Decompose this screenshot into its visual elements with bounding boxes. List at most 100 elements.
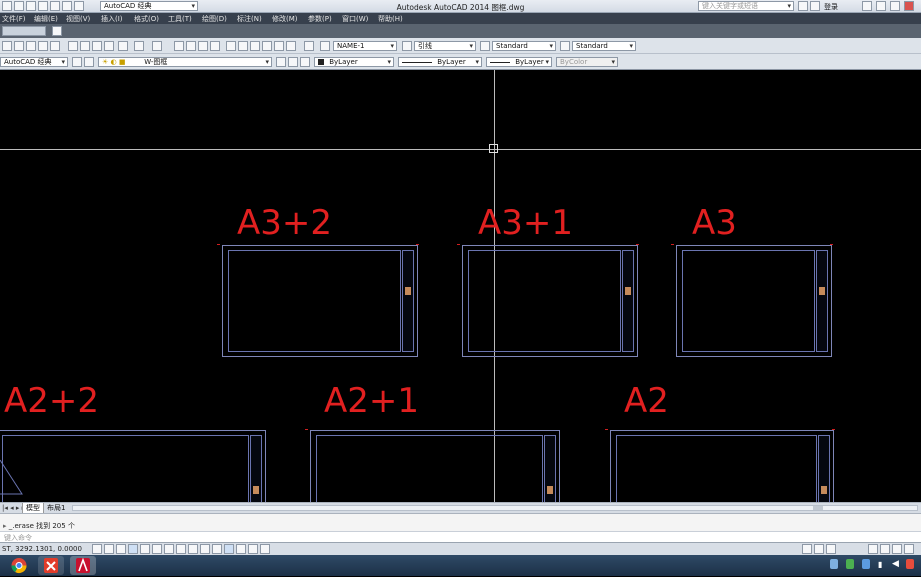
make-current-icon[interactable] [276,57,286,67]
tray-icon[interactable] [862,559,870,569]
zoom-previous-icon[interactable] [210,41,220,51]
help-icon[interactable] [862,1,872,11]
close-icon[interactable] [904,1,914,11]
menu-modify[interactable]: 修改(M) [272,14,298,24]
sheet-set-icon[interactable] [262,41,272,51]
mleader-style-select[interactable]: Standard [572,41,636,51]
volume-icon[interactable]: ◀ [892,559,899,569]
lineweight-select[interactable]: ByLayer [486,57,552,67]
color-select[interactable]: ByLayer [314,57,394,67]
zoom-window-icon[interactable] [198,41,208,51]
quickcalc-icon[interactable] [286,41,296,51]
search-icon[interactable] [798,1,808,11]
clean-screen-icon[interactable] [904,544,914,554]
tool-palettes-icon[interactable] [250,41,260,51]
snap-mode-icon[interactable] [104,544,114,554]
menu-edit[interactable]: 编辑(E) [34,14,58,24]
transparency-icon[interactable] [224,544,234,554]
mleader-style-icon[interactable] [560,41,570,51]
annotation-monitor-icon[interactable] [260,544,270,554]
design-center-icon[interactable] [238,41,248,51]
table-style-select[interactable]: Standard [492,41,556,51]
menu-draw[interactable]: 绘图(D) [202,14,227,24]
lineweight-toggle-icon[interactable] [212,544,222,554]
infer-constraints-icon[interactable] [92,544,102,554]
open-icon[interactable] [14,41,24,51]
frame-a2[interactable] [610,430,834,502]
menu-window[interactable]: 窗口(W) [342,14,368,24]
toolbar-lock-icon[interactable] [880,544,890,554]
layer-iso-icon[interactable] [300,57,310,67]
match-properties-icon[interactable] [104,41,114,51]
plot-icon[interactable] [38,41,48,51]
polar-tracking-icon[interactable] [140,544,150,554]
dim-style-select[interactable]: 引线 [414,41,476,51]
autocad-icon[interactable] [70,556,96,575]
tray-icon[interactable] [906,559,914,569]
text-style-select[interactable]: NAME-1 [333,41,397,51]
paste-icon[interactable] [92,41,102,51]
frame-a3-plus-1[interactable] [462,245,638,357]
menu-insert[interactable]: 插入(I) [101,14,123,24]
object-snap-icon[interactable] [152,544,162,554]
tray-icon[interactable] [846,559,854,569]
network-icon[interactable]: ▮ [878,560,882,569]
login-link[interactable]: 登录 [824,2,838,12]
minimize-icon[interactable] [876,1,886,11]
maximize-icon[interactable] [890,1,900,11]
text-style-icon[interactable] [320,41,330,51]
menu-file[interactable]: 文件(F) [2,14,26,24]
layer-properties-icon[interactable] [84,57,94,67]
block-editor-icon[interactable] [118,41,128,51]
quick-properties-icon[interactable] [236,544,246,554]
otrack-icon[interactable] [176,544,186,554]
redo-toolbar-icon[interactable] [152,41,162,51]
menu-dimension[interactable]: 标注(N) [237,14,262,24]
quick-view-drawings-icon[interactable] [826,544,836,554]
menu-parametric[interactable]: 参数(P) [308,14,332,24]
layer-select[interactable]: ☀ ◐ ■ W-图框 [98,57,272,67]
new-tab-icon[interactable] [52,26,62,36]
workspace-settings-icon[interactable] [72,57,82,67]
menu-help[interactable]: 帮助(H) [378,14,403,24]
frame-a3[interactable] [676,245,832,357]
command-input[interactable]: 键入命令 [0,531,921,542]
search-input[interactable]: 键入关键字或短语 [698,1,794,11]
zoom-realtime-icon[interactable] [186,41,196,51]
copy-icon[interactable] [80,41,90,51]
hardware-accel-icon[interactable] [892,544,902,554]
save-toolbar-icon[interactable] [26,41,36,51]
model-space-icon[interactable] [802,544,812,554]
horizontal-scrollbar[interactable] [72,505,918,511]
quick-view-layouts-icon[interactable] [814,544,824,554]
cut-icon[interactable] [68,41,78,51]
preview-icon[interactable] [50,41,60,51]
help-toolbar-icon[interactable] [304,41,314,51]
table-style-icon[interactable] [480,41,490,51]
user-icon[interactable] [810,1,820,11]
grid-display-icon[interactable] [116,544,126,554]
ortho-mode-icon[interactable] [128,544,138,554]
drawing-canvas[interactable]: A3+2 A3+1 A3 A2+2 A2+1 A2 [0,70,921,502]
selection-cycling-icon[interactable] [248,544,258,554]
frame-a2-plus-2[interactable] [0,430,266,502]
dynamic-input-icon[interactable] [200,544,210,554]
menu-view[interactable]: 视图(V) [66,14,90,24]
tab-layout1[interactable]: 布局1 [44,503,68,513]
workspace-switch-icon[interactable] [868,544,878,554]
pan-icon[interactable] [174,41,184,51]
menu-tools[interactable]: 工具(T) [168,14,192,24]
frame-a3-plus-2[interactable] [222,245,418,357]
tray-icon[interactable] [830,559,838,569]
chrome-icon[interactable] [6,556,32,575]
undo-toolbar-icon[interactable] [134,41,144,51]
dim-style-icon[interactable] [402,41,412,51]
qnew-icon[interactable] [2,41,12,51]
menu-format[interactable]: 格式(O) [134,14,159,24]
document-tab[interactable] [2,26,46,36]
linetype-select[interactable]: ByLayer [398,57,482,67]
markup-icon[interactable] [274,41,284,51]
3d-osnap-icon[interactable] [164,544,174,554]
dynamic-ucs-icon[interactable] [188,544,198,554]
scrollbar-thumb[interactable] [813,506,823,510]
